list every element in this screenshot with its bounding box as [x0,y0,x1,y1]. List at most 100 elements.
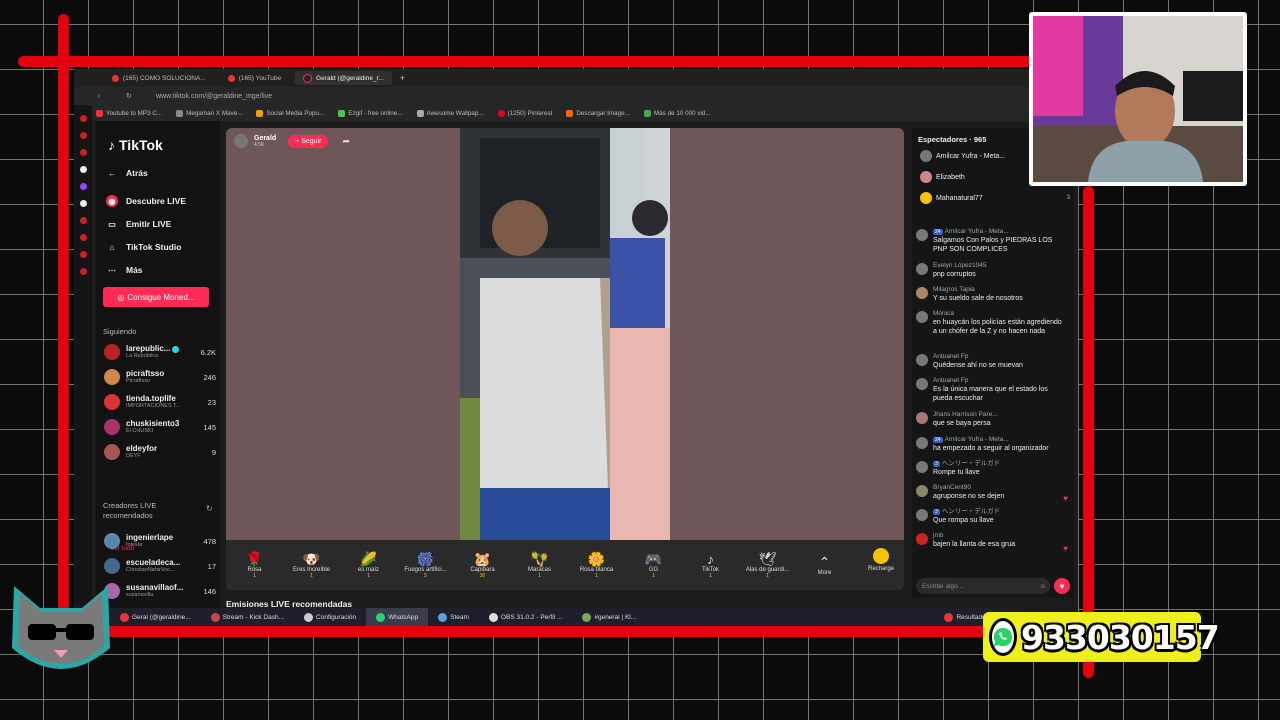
bookmark-icon [176,109,184,117]
taskbar-item[interactable]: Geral (@geraldine... [110,608,201,626]
following-item[interactable]: eldeyfor DEYF 9 [104,442,216,462]
taskbar: Geral (@geraldine... Stream - Kick Dash.… [110,608,1022,626]
gear-icon [304,612,314,622]
nav-emitir-live[interactable]: ▭ Emitir LIVE [106,218,171,230]
pinterest-icon [497,109,505,117]
avatar [916,437,928,449]
refresh-icon[interactable]: ↻ [206,504,213,513]
bookmark-8[interactable]: Más de 10 000 vid... [643,109,711,117]
following-item[interactable]: tienda.toplife IMPORTACIONES T... 23 [104,392,216,412]
creator-item[interactable]: susanavillaof... susanavilla 146 [104,581,216,601]
home-icon: ⌂ [109,242,115,252]
chat-message[interactable]: BryanCent90 agruponse no se dejen [916,484,1066,501]
get-coins-button[interactable]: ◎ Consigue Moned... [103,287,209,307]
whatsapp-contact-banner: 933030157 [983,612,1220,662]
rail-icon[interactable] [79,251,87,258]
browser-window: (165) COMO SOLUCIONA... (165) YouTube Ge… [74,69,1078,626]
chat-message[interactable]: Milagros Tapia Y su sueldo sale de nosotr… [916,286,1066,303]
rail-icon[interactable] [79,132,87,139]
gift-alas[interactable]: 🕊 Alas de guardi... 1 [739,551,796,579]
bookmark-2[interactable]: Megaman X Mave... [176,109,242,117]
chat-message[interactable]: 3 ヘンリー・デルガド Que rompa su llave [916,508,1066,525]
nav-back[interactable]: ← Atrás [106,167,148,179]
taskbar-item[interactable]: WhatsApp [366,608,429,626]
browser-tab-1[interactable]: (165) COMO SOLUCIONA... [104,71,214,85]
emoji-icon[interactable]: ☺ [1039,583,1046,590]
live-video[interactable] [460,128,670,540]
chat-message[interactable]: Jhans Harrison Pare... que se baya persa [916,411,1066,428]
host-avatar[interactable] [234,134,248,148]
nav-tiktok-studio[interactable]: ⌂ TikTok Studio [106,241,182,253]
app-icon [120,612,129,622]
tiktok-icon [303,73,313,83]
chat-message[interactable]: jmb bajen la llanta de esa grua [916,532,1066,549]
nav-mas[interactable]: ⋯ Más [106,264,143,276]
taskbar-item[interactable]: #general | Kl... [572,608,646,626]
more-icon: ⋯ [108,265,116,275]
chat-message[interactable]: Antuanet Fp Quédense ahí no se muevan [916,353,1066,370]
spectator-item[interactable]: Mahanatural77 3 [920,192,1070,204]
gift-rosa[interactable]: 🌹 Rosa 1 [226,551,283,579]
following-item[interactable]: larepublic... La República 6.2K [104,342,216,362]
nav-descubre-live[interactable]: ◉ Descubre LIVE [106,195,186,207]
chat-input[interactable]: Escribe algo... ☺ [916,578,1050,594]
corn-icon: 🌽 [359,551,378,567]
reload-icon[interactable]: ↻ [126,92,132,100]
rail-icon[interactable] [79,166,87,173]
browser-tab-2[interactable]: (165) YouTube [220,71,289,85]
gamepad-icon: 🎮 [644,551,663,567]
gift-rosa-blanca[interactable]: 🌼 Rosa blanca 1 [568,551,625,579]
rail-icon[interactable] [79,217,87,224]
gift-capibara[interactable]: 🐹 Capibara 30 [454,551,511,579]
following-item[interactable]: picraftsso Picraftsso 246 [104,367,216,387]
chat-message[interactable]: Mónica en huaycán los policías están agre… [916,310,1066,336]
creator-item[interactable]: escueladeca... ChristianNahirVoc... 17 [104,556,216,576]
chat-message[interactable]: Evelyn López1045 pnp corruptos [916,262,1066,279]
follow-button[interactable]: + Seguir [288,134,329,148]
chat-message[interactable]: Antuanet Fp Es la única manera que el est… [916,377,1066,403]
rail-icon[interactable] [79,234,87,241]
rail-icon[interactable] [79,149,87,156]
gift-es-maiz[interactable]: 🌽 es maíz 1 [340,551,397,579]
browser-tab-3[interactable]: Gerald (@geraldine_r... [295,71,392,85]
taskbar-item[interactable]: Configuración [294,608,366,626]
gift-eres-increible[interactable]: 🐶 Eres Increíble 1 [283,551,340,579]
avatar [916,287,928,299]
url-field[interactable]: www.tiktok.com/@geraldine_mge/live [156,93,272,100]
gift-gg[interactable]: 🎮 GG 1 [625,551,682,579]
new-tab-button[interactable]: + [400,73,405,83]
chat-message[interactable]: 3 ヘンリー・デルガド Rompe tu llave [916,460,1066,477]
bookmark-5[interactable]: Awesome Wallpap... [416,109,484,117]
bookmark-3[interactable]: Social Media Popu... [256,109,324,117]
gift-more[interactable]: ⌃ More [796,554,853,576]
taskbar-item[interactable]: OBS 31.0.2 - Perfil ... [479,608,572,626]
avatar [104,533,120,549]
bookmark-7[interactable]: Descargar Image... [566,109,630,117]
taskbar-item[interactable]: Stream - Kick Dash... [201,608,294,626]
back-icon[interactable]: ‹ [98,93,100,100]
chat-message[interactable]: 24 Amilcar Yufra - Meta... ha empezado a s… [916,436,1066,453]
share-icon[interactable]: ➦ [342,136,350,147]
rail-icon[interactable] [79,268,87,275]
bookmark-6[interactable]: (1250) Pinterest [497,109,552,117]
creator-item[interactable]: ingenierlape Intesla 478 [104,531,216,551]
like-button[interactable]: ♥ [1054,578,1070,594]
rail-icon[interactable] [79,183,87,190]
taskbar-item[interactable]: Steam [428,608,479,626]
bookmark-4[interactable]: Ezgif - free online... [338,109,403,117]
rail-icon[interactable] [79,115,87,122]
bookmark-1[interactable]: Youtube to MP3 C... [96,109,162,117]
rail-icon[interactable] [79,200,87,207]
recharge-button[interactable]: Recharge [868,548,894,572]
tiktok-note-icon: ♪ [108,137,115,153]
tiktok-logo[interactable]: ♪ TikTok [108,137,163,153]
gift-fuegos[interactable]: 🎆 Fuegos artifici... 5 [397,551,454,579]
camera-icon: ▭ [108,219,116,229]
gift-maracas[interactable]: 🪇 Maracas 1 [511,551,568,579]
bookmark-icon [566,109,574,117]
browser-side-rail [74,105,92,605]
chat-message[interactable]: 24 Amilcar Yufra - Meta... Salgamos Con Pa… [916,228,1066,254]
gift-tiktok[interactable]: ♪ TikTok 1 [682,551,739,579]
gift-bar: 🌹 Rosa 1 🐶 Eres Increíble 1 🌽 es maíz 1 🎆 Fuego… [226,540,904,590]
following-item[interactable]: chuskisiento3 El CHUSKI 145 [104,417,216,437]
